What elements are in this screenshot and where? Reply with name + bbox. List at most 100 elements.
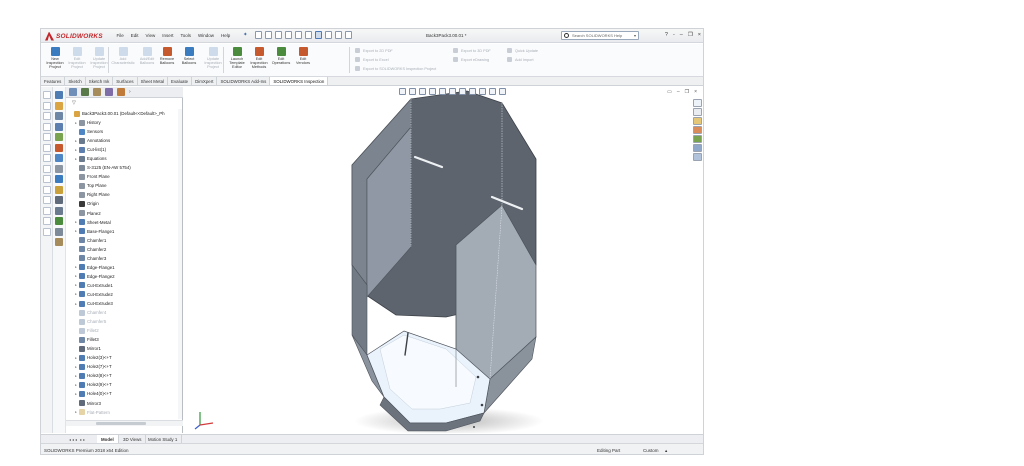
expand-chevron-icon[interactable]: ▸ <box>74 392 78 396</box>
tab-solidworks-inspection[interactable]: SOLIDWORKS Inspection <box>270 77 329 85</box>
tree-item[interactable]: Mirror1 <box>66 344 183 353</box>
ribbon-small-export-edrawing[interactable]: Export eDrawing <box>453 57 489 62</box>
ribbon-button-edit-inspection-methods[interactable]: Edit Inspection Methods <box>247 47 271 70</box>
view-tool-icon[interactable] <box>43 133 51 141</box>
chevron-down-icon[interactable]: ▾ <box>634 33 636 38</box>
tab-motion-study-1[interactable]: Motion Study 1 <box>144 435 183 443</box>
view-orientation-icon[interactable] <box>449 88 456 95</box>
tool-strip-icon[interactable] <box>55 185 63 194</box>
filter-icon[interactable]: ▽ <box>72 100 76 106</box>
tree-item[interactable]: ▸ Edge-Flange1 <box>66 263 183 272</box>
display-manager-tab-icon[interactable] <box>117 88 125 96</box>
select-icon[interactable] <box>315 31 322 39</box>
tree-item[interactable]: ▸ Equations <box>66 154 183 163</box>
tab-3d-views[interactable]: 3D Views <box>119 435 147 443</box>
tree-item[interactable]: ▸ Hole2(8)<+T <box>66 371 183 380</box>
ribbon-small-export-to-2d-pdf[interactable]: Export to 2D PDF <box>355 48 393 53</box>
tab-model[interactable]: Model <box>97 435 119 443</box>
view-tool-icon[interactable] <box>43 101 51 110</box>
view-settings-icon[interactable] <box>499 88 506 95</box>
tree-item[interactable]: Chamfer3 <box>66 254 183 263</box>
tree-item[interactable]: ▸ Cut-Extrude1 <box>66 281 183 290</box>
view-tool-icon[interactable] <box>43 196 51 204</box>
tree-item[interactable]: Fillet2 <box>66 326 183 335</box>
dimxpert-tab-icon[interactable] <box>105 88 113 96</box>
home-icon[interactable] <box>255 31 262 39</box>
help-icon[interactable]: ? <box>665 32 668 38</box>
tree-item[interactable]: Mirror3 <box>66 399 183 408</box>
ribbon-small-export-to-3d-pdf[interactable]: Export to 3D PDF <box>453 48 491 53</box>
tool-strip-icon[interactable] <box>55 196 63 204</box>
expand-chevron-icon[interactable]: ▸ <box>74 302 78 306</box>
tool-strip-icon[interactable] <box>55 206 63 215</box>
tab-surfaces[interactable]: Surfaces <box>113 77 138 85</box>
expand-chevron-icon[interactable]: ▸ <box>74 148 78 152</box>
display-style-icon[interactable] <box>459 88 466 95</box>
previous-view-icon[interactable] <box>419 88 426 95</box>
menu-item-tools[interactable]: Tools <box>177 32 195 39</box>
tree-item[interactable]: Chamfer1 <box>66 236 183 245</box>
split-view-icon[interactable]: ▭ <box>667 89 672 95</box>
file-properties-icon[interactable] <box>335 31 342 39</box>
viewport-restore-icon[interactable]: ❐ <box>685 89 689 95</box>
tree-item[interactable]: Sensors <box>66 127 183 136</box>
expand-chevron-icon[interactable]: ▸ <box>74 229 78 233</box>
tree-item[interactable]: ▸ Hole4(0)<+T <box>66 389 183 398</box>
expand-chevron-icon[interactable]: ▸ <box>74 374 78 378</box>
view-tool-icon[interactable] <box>43 143 51 152</box>
tab-navigation-arrows[interactable]: ◂◂◂ ▸▸ <box>69 437 86 442</box>
tool-strip-icon[interactable] <box>55 101 63 110</box>
ribbon-button-update-inspection-project[interactable]: Update Inspection Project <box>201 47 225 70</box>
tab-dimxpert[interactable]: DimXpert <box>192 77 218 85</box>
print-icon[interactable] <box>295 31 302 39</box>
tree-item[interactable]: Chamfer2 <box>66 245 183 254</box>
scrollbar-thumb[interactable] <box>96 422 146 425</box>
minimize-icon[interactable]: – <box>680 32 683 38</box>
tab-evaluate[interactable]: Evaluate <box>168 77 193 85</box>
mount-hole[interactable] <box>476 375 480 379</box>
rebuild-icon[interactable] <box>325 31 332 39</box>
menu-item-help[interactable]: Help <box>218 32 234 39</box>
tool-strip-icon[interactable] <box>55 217 63 225</box>
view-tool-icon[interactable] <box>43 175 51 183</box>
tree-item[interactable]: ▸ Annotations <box>66 136 183 145</box>
tree-item[interactable]: Origin <box>66 199 183 208</box>
menu-item-insert[interactable]: Insert <box>159 32 177 39</box>
ribbon-small-export-to-solidworks-inspection-project[interactable]: Export to SOLIDWORKS Inspection Project <box>355 66 436 71</box>
ribbon-small-add-import[interactable]: Add Import <box>507 57 534 62</box>
view-tool-icon[interactable] <box>43 206 51 215</box>
close-icon[interactable]: × <box>698 32 701 38</box>
view-tool-icon[interactable] <box>43 217 51 225</box>
ribbon-button-new-inspection-project[interactable]: New Inspection Project <box>43 47 67 70</box>
hide-show-items-icon[interactable] <box>469 88 476 95</box>
tool-strip-icon[interactable] <box>55 175 63 183</box>
tree-item[interactable]: ▸ Sheet-Metal <box>66 218 183 227</box>
ribbon-button-edit-vendors[interactable]: Edit Vendors <box>291 47 315 65</box>
expand-chevron-icon[interactable]: ▸ <box>74 292 78 296</box>
sheet-metal-part-model[interactable] <box>184 87 704 433</box>
expand-chevron-icon[interactable]: ▸ <box>74 383 78 387</box>
units-chevron-icon[interactable]: ▴ <box>665 448 667 454</box>
mount-hole[interactable] <box>473 426 475 428</box>
tree-vertical-scrollbar[interactable] <box>178 109 182 419</box>
tree-item[interactable]: ▸ Flat-Pattern <box>66 408 183 417</box>
status-units[interactable]: Custom <box>643 448 659 453</box>
file-explorer-icon[interactable] <box>693 117 702 125</box>
expand-chevron-icon[interactable]: ▸ <box>74 157 78 161</box>
view-tool-icon[interactable] <box>43 185 51 194</box>
zoom-to-fit-icon[interactable] <box>399 88 406 95</box>
tab-features[interactable]: Features <box>41 77 66 85</box>
tool-strip-icon[interactable] <box>55 112 63 120</box>
tab-sketch-ink[interactable]: Sketch Ink <box>86 77 114 85</box>
view-tool-icon[interactable] <box>43 112 51 120</box>
ribbon-button-edit-inspection-project[interactable]: Edit Inspection Project <box>65 47 89 70</box>
expand-chevron-icon[interactable]: ▸ <box>74 121 78 125</box>
tree-item[interactable]: ▸ Edge-Flange2 <box>66 272 183 281</box>
expand-chevron-icon[interactable]: ▸ <box>74 410 78 414</box>
appearances-icon[interactable] <box>693 135 702 143</box>
view-tool-icon[interactable] <box>43 154 51 162</box>
tab-sketch[interactable]: Sketch <box>65 77 86 85</box>
tree-item[interactable]: ▸ Cut-list(1) <box>66 145 183 154</box>
menu-item-file[interactable]: File <box>113 32 127 39</box>
feature-tree-tab-icon[interactable] <box>69 88 77 96</box>
